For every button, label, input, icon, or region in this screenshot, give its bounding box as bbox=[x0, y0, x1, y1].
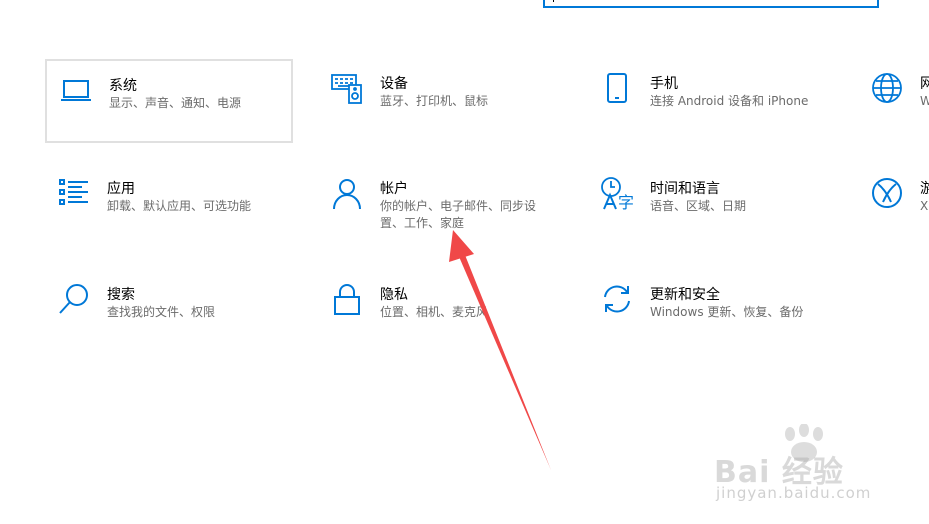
devices-icon bbox=[330, 71, 364, 105]
tile-update-security[interactable]: 更新和安全 Windows 更新、恢复、备份 bbox=[588, 270, 836, 354]
apps-list-icon bbox=[57, 176, 91, 210]
tile-title: 系统 bbox=[109, 78, 137, 94]
tile-description: X 模 bbox=[920, 199, 929, 213]
xbox-icon bbox=[870, 176, 904, 210]
tile-description: 显示、声音、通知、电源 bbox=[109, 96, 242, 110]
tile-time-language[interactable]: 字 时间和语言 语音、区域、日期 bbox=[588, 164, 836, 248]
tile-privacy[interactable]: 隐私 位置、相机、麦克风 bbox=[318, 270, 566, 354]
tile-devices[interactable]: 设备 蓝牙、打印机、鼠标 bbox=[318, 59, 566, 143]
tile-description: 位置、相机、麦克风 bbox=[380, 305, 489, 319]
tile-title: 搜索 bbox=[107, 287, 135, 303]
tile-apps[interactable]: 应用 卸载、默认应用、可选功能 bbox=[45, 164, 293, 248]
tile-title: 更新和安全 bbox=[650, 287, 720, 303]
tile-title: 手机 bbox=[650, 76, 678, 92]
tile-title: 隐私 bbox=[380, 287, 408, 303]
tile-description: 蓝牙、打印机、鼠标 bbox=[380, 94, 489, 108]
tile-network[interactable]: 网 W bbox=[858, 59, 929, 143]
tile-title: 时间和语言 bbox=[650, 181, 720, 197]
tile-system[interactable]: 系统 显示、声音、通知、电源 bbox=[45, 59, 293, 143]
tile-description: 查找我的文件、权限 bbox=[107, 305, 216, 319]
tile-title: 设备 bbox=[380, 76, 408, 92]
tile-description: Windows 更新、恢复、备份 bbox=[650, 305, 804, 319]
tile-description: 语音、区域、日期 bbox=[650, 199, 747, 213]
tile-description: 卸载、默认应用、可选功能 bbox=[107, 199, 252, 213]
text-caret bbox=[553, 0, 554, 2]
svg-text:字: 字 bbox=[618, 193, 634, 210]
tile-description: 你的帐户、电子邮件、同步设置、工作、家庭 bbox=[380, 199, 537, 230]
watermark-url: jingyan.baidu.com bbox=[716, 484, 872, 502]
search-input[interactable] bbox=[543, 0, 879, 8]
tile-title: 帐户 bbox=[380, 181, 408, 197]
search-icon bbox=[57, 282, 91, 316]
tile-phone[interactable]: 手机 连接 Android 设备和 iPhone bbox=[588, 59, 836, 143]
time-language-icon: 字 bbox=[600, 176, 634, 210]
tile-title: 应用 bbox=[107, 181, 135, 197]
globe-icon bbox=[870, 71, 904, 105]
tile-gaming[interactable]: 游 X 模 bbox=[858, 164, 929, 248]
tile-search[interactable]: 搜索 查找我的文件、权限 bbox=[45, 270, 293, 354]
laptop-icon bbox=[59, 73, 93, 107]
phone-icon bbox=[600, 71, 634, 105]
tile-title: 游 bbox=[920, 181, 929, 197]
tile-description: W bbox=[920, 94, 929, 108]
tile-description: 连接 Android 设备和 iPhone bbox=[650, 94, 809, 108]
update-icon bbox=[600, 282, 634, 316]
tile-title: 网 bbox=[920, 76, 929, 92]
person-icon bbox=[330, 176, 364, 210]
lock-icon bbox=[330, 282, 364, 316]
tile-accounts[interactable]: 帐户 你的帐户、电子邮件、同步设置、工作、家庭 bbox=[318, 164, 566, 248]
